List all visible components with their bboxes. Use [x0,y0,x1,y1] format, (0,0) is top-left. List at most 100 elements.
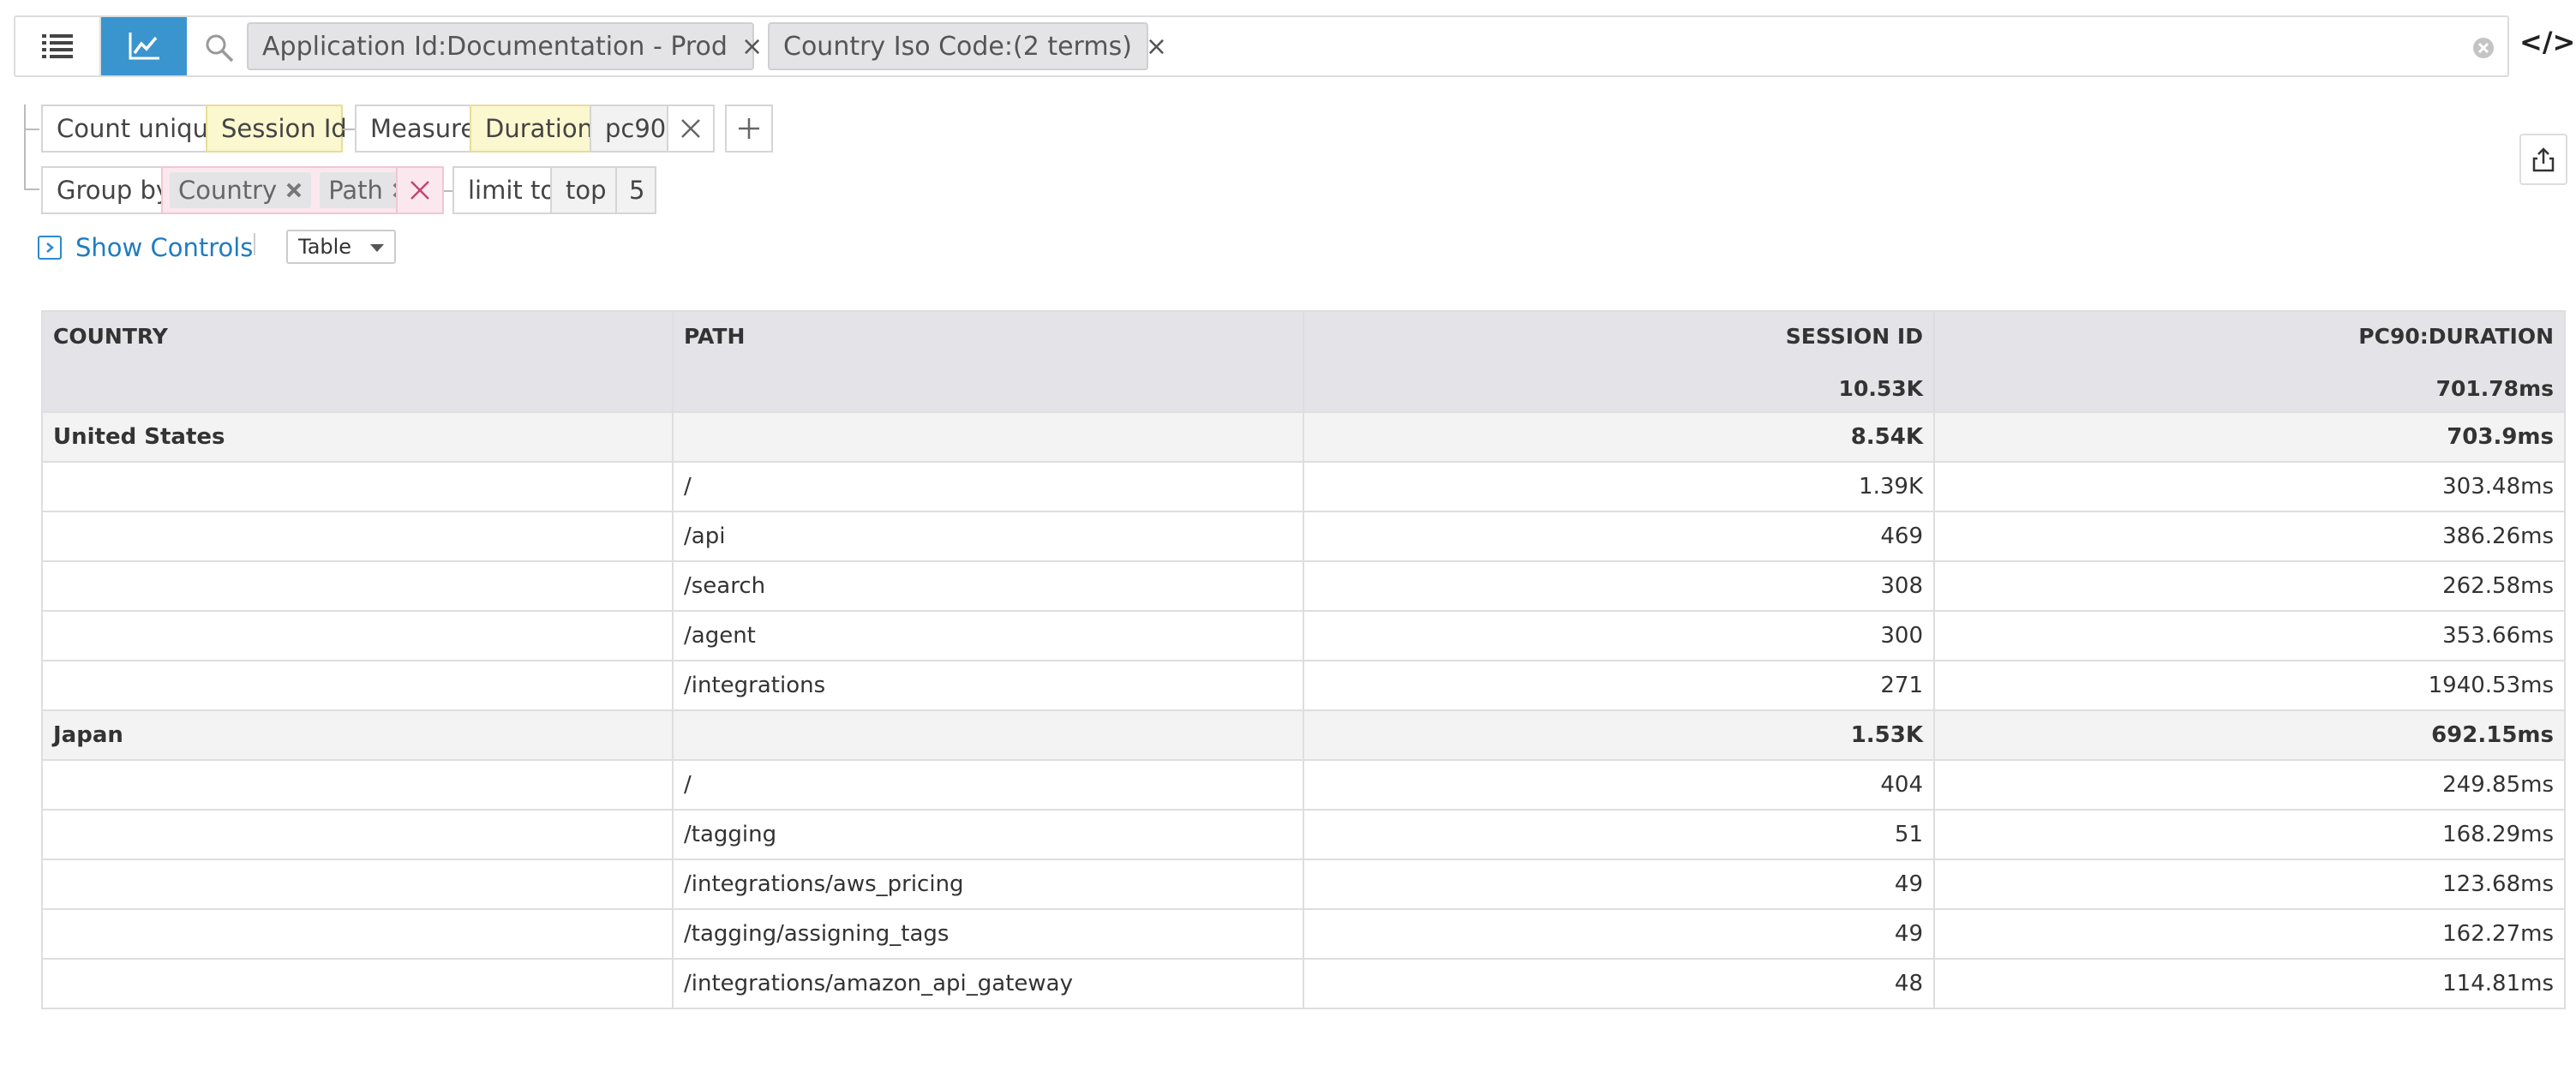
group-by-chip-label: Country [178,176,278,205]
country-cell: United States [41,411,674,463]
graph-view-button[interactable] [101,17,187,75]
duration-cell: 353.66ms [1933,610,2566,661]
path-cell: /integrations/amazon_api_gateway [672,958,1304,1009]
filter-tag-country-iso-code[interactable]: Country Iso Code:(2 terms) × [768,22,1167,70]
table-row[interactable]: /tagging 51 168.29ms [41,809,2566,860]
column-header-path[interactable]: PATH [672,310,1304,366]
session-count-cell: 49 [1303,859,1935,910]
table-row[interactable]: /integrations/amazon_api_gateway 48 114.… [41,958,2566,1009]
session-count-cell: 8.54K [1303,411,1935,463]
path-cell: /tagging/assigning_tags [672,908,1304,960]
country-cell [41,610,674,661]
caret-down-icon [370,244,384,252]
path-cell: /integrations [672,660,1304,711]
path-cell: /integrations/aws_pricing [672,859,1304,910]
measure-field-select[interactable]: Duration [470,105,593,153]
divider [254,233,255,255]
limit-value-input[interactable]: 5 [615,166,656,214]
path-cell: /tagging [672,809,1304,860]
duration-cell: 123.68ms [1933,859,2566,910]
table-row[interactable]: / 404 249.85ms [41,759,2566,811]
remove-filter-icon[interactable]: × [1146,32,1167,62]
duration-cell: 162.27ms [1933,908,2566,960]
search-bar: Application Id:Documentation - Prod × Co… [14,15,2509,77]
country-cell [41,859,674,910]
path-cell [672,411,1304,463]
filter-tag-label: Country Iso Code:(2 terms) [783,31,1132,62]
table-row[interactable]: /agent 300 353.66ms [41,610,2566,661]
remove-measure-button[interactable] [667,105,715,153]
query-tree-connector [24,129,39,130]
duration-cell: 114.81ms [1933,958,2566,1009]
country-cell [41,908,674,960]
session-count-cell: 49 [1303,908,1935,960]
session-count-cell: 469 [1303,511,1935,562]
table-row[interactable]: /integrations 271 1940.53ms [41,660,2566,711]
measure-stat-select[interactable]: pc90 [590,105,668,153]
filter-tag-application-id[interactable]: Application Id:Documentation - Prod × [247,22,763,70]
line-chart-icon [129,33,159,60]
close-icon [681,119,700,138]
duration-cell: 386.26ms [1933,511,2566,562]
path-cell: /api [672,511,1304,562]
show-controls-toggle[interactable]: Show Controls [38,233,253,262]
session-count-cell: 308 [1303,560,1935,612]
clear-circle-icon[interactable] [2471,36,2495,60]
table-group-row[interactable]: United States 8.54K 703.9ms [41,411,2566,463]
remove-chip-icon[interactable] [285,182,303,199]
group-by-chip-country[interactable]: Country [170,172,312,208]
column-header-session-id[interactable]: SESSION ID [1303,310,1935,366]
aggregation-field-select[interactable]: Session Id [206,105,347,153]
table-header-row: COUNTRY PATH SESSION ID PC90:DURATION [41,310,2566,366]
close-icon [410,181,429,200]
country-cell [41,511,674,562]
export-icon [2532,147,2555,172]
session-count-cell: 1.53K [1303,709,1935,761]
limit-label: limit to [452,166,555,214]
duration-cell: 262.58ms [1933,560,2566,612]
path-cell: / [672,759,1304,811]
session-count-cell: 271 [1303,660,1935,711]
session-count-cell: 48 [1303,958,1935,1009]
country-cell: Japan [41,709,674,761]
session-count-cell: 404 [1303,759,1935,811]
limit-mode-select[interactable]: top [550,166,617,214]
add-measure-button[interactable] [725,105,773,153]
column-header-country[interactable]: COUNTRY [41,310,674,366]
group-by-label: Group by [41,166,171,214]
visualization-select[interactable]: Table [286,230,396,264]
show-controls-label: Show Controls [75,233,254,262]
table-row[interactable]: /integrations/aws_pricing 49 123.68ms [41,859,2566,910]
remove-filter-icon[interactable]: × [741,32,763,62]
path-cell: /search [672,560,1304,612]
session-count-cell: 1.39K [1303,461,1935,512]
path-cell [672,709,1304,761]
table-row[interactable]: /tagging/assigning_tags 49 162.27ms [41,908,2566,960]
duration-cell: 1940.53ms [1933,660,2566,711]
measure-label: Measure [355,105,476,153]
query-tree-connector [24,105,39,190]
group-by-fields: Country Path [161,166,417,214]
visualization-select-value: Table [298,235,352,259]
table-row[interactable]: / 1.39K 303.48ms [41,461,2566,512]
list-view-button[interactable] [15,17,101,75]
group-by-chip-label: Path [328,176,383,205]
results-table-container: COUNTRY PATH SESSION ID PC90:DURATION 10… [41,310,2566,1009]
session-count-cell: 51 [1303,809,1935,860]
table-group-row[interactable]: Japan 1.53K 692.15ms [41,709,2566,761]
plus-icon [739,118,759,139]
session-count-cell: 300 [1303,610,1935,661]
column-header-duration[interactable]: PC90:DURATION [1933,310,2566,366]
duration-cell: 703.9ms [1933,411,2566,463]
code-view-button[interactable]: </> [2519,26,2575,58]
table-row[interactable]: /api 469 386.26ms [41,511,2566,562]
table-totals-row: 10.53K 701.78ms [41,366,2566,413]
duration-cell: 249.85ms [1933,759,2566,811]
remove-group-by-button[interactable] [396,166,444,214]
duration-cell: 303.48ms [1933,461,2566,512]
query-connector [343,129,355,130]
table-row[interactable]: /search 308 262.58ms [41,560,2566,612]
export-button[interactable] [2519,134,2567,185]
total-cell [672,366,1304,413]
results-table: COUNTRY PATH SESSION ID PC90:DURATION 10… [41,310,2566,1009]
